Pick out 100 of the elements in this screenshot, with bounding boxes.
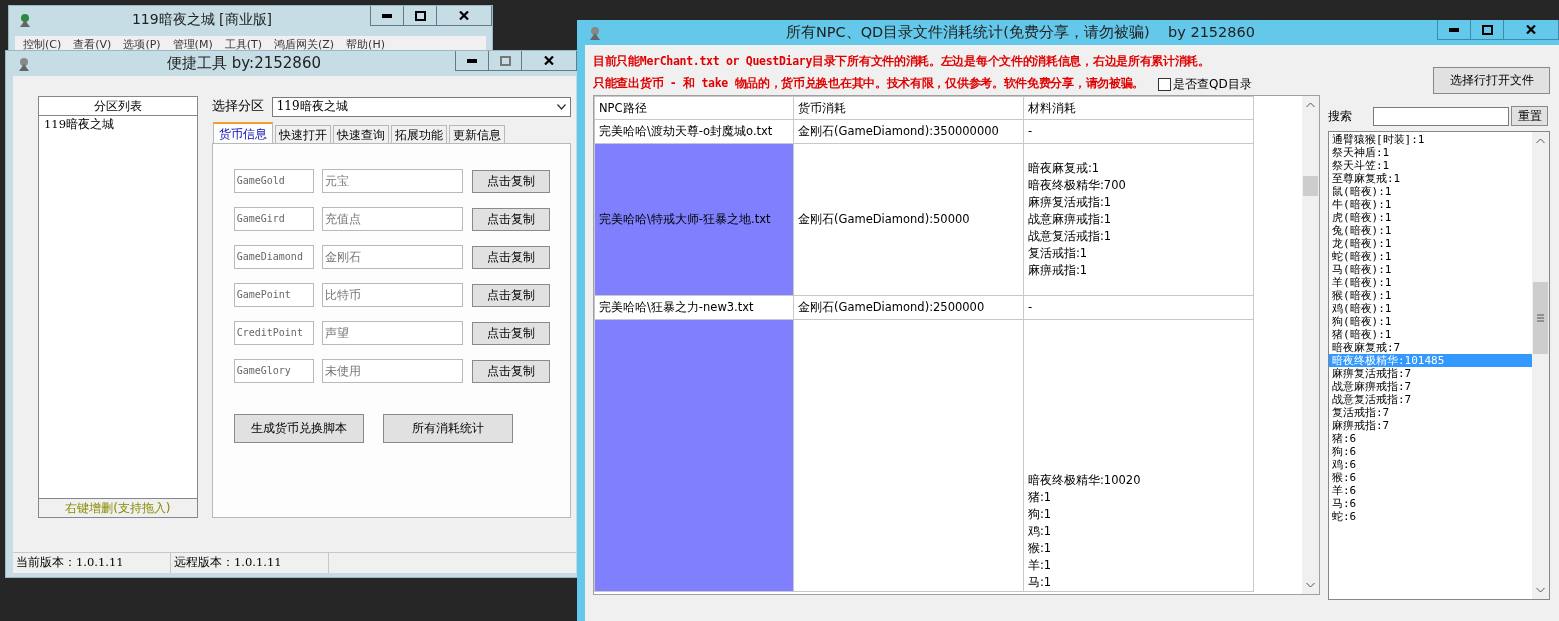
list-item[interactable]: 祭天斗笠:1 (1329, 159, 1532, 172)
window-title: 119暗夜之城 [商业版] (130, 11, 274, 29)
list-item[interactable]: 羊(暗夜):1 (1329, 276, 1532, 289)
list-item[interactable]: 虎(暗夜):1 (1329, 211, 1532, 224)
currency-name-field[interactable]: 金刚石 (321, 245, 463, 269)
menu-item[interactable]: 帮助(H) (346, 37, 385, 50)
maximize-icon (499, 55, 511, 66)
table-cell: 金刚石(GameDiamond):2500000 (793, 295, 1024, 320)
copy-button[interactable]: 点击复制 (471, 359, 550, 383)
action-button[interactable]: 所有消耗统计 (382, 414, 513, 443)
minimize-button[interactable] (370, 6, 404, 26)
list-item[interactable]: 龙(暗夜):1 (1329, 237, 1532, 250)
maximize-icon (1481, 24, 1493, 35)
close-icon (544, 56, 554, 65)
action-button[interactable]: 生成货币兑换脚本 (233, 414, 364, 443)
list-item[interactable]: 暗夜麻复戒:7 (1329, 341, 1532, 354)
currency-name-field[interactable]: 比特币 (321, 283, 463, 307)
menu-item[interactable]: 鸿盾网关(Z) (274, 37, 335, 50)
list-item[interactable]: 猪:6 (1329, 432, 1532, 445)
select-label: 选择分区 (211, 98, 264, 115)
list-item[interactable]: 至尊麻复戒:1 (1329, 172, 1532, 185)
currency-name-field[interactable]: 未使用 (321, 359, 463, 383)
tab[interactable]: 拓展功能 (390, 125, 447, 143)
list-item[interactable]: 鼠(暗夜):1 (1329, 185, 1532, 198)
vertical-scrollbar[interactable] (1532, 132, 1549, 599)
table-cell: 暗夜麻复戒:1 暗夜终极精华:700 麻痹复活戒指:1 战意麻痹戒指:1 战意复活戒指:1 复活戒指:1 麻痹戒指:1 (1023, 143, 1254, 296)
tab[interactable]: 快速打开 (274, 125, 331, 143)
menu-item[interactable]: 工具(T) (224, 37, 262, 50)
table-cell: 完美哈哈\渡劫天尊-o封魔城o.txt (594, 119, 794, 144)
vertical-scrollbar[interactable] (1302, 96, 1319, 594)
list-item[interactable]: 战意复活戒指:7 (1329, 393, 1532, 406)
list-item[interactable]: 狗:6 (1329, 445, 1532, 458)
menu-item[interactable]: 管理(M) (172, 37, 213, 50)
currency-code-field[interactable]: GameGold (233, 169, 314, 193)
column-header[interactable]: 材料消耗 (1023, 96, 1254, 120)
list-item[interactable]: 猴:6 (1329, 471, 1532, 484)
maximize-icon (414, 10, 426, 21)
status-text: 远程版本：1.0.1.11 (171, 553, 329, 573)
list-item[interactable]: 狗(暗夜):1 (1329, 315, 1532, 328)
window-title: 便捷工具 by:2152860 (166, 54, 322, 73)
currency-name-field[interactable]: 声望 (321, 321, 463, 345)
list-item[interactable]: 鸡:6 (1329, 458, 1532, 471)
close-button[interactable] (1503, 20, 1559, 40)
list-item[interactable]: 复活戒指:7 (1329, 406, 1532, 419)
currency-name-field[interactable]: 元宝 (321, 169, 463, 193)
copy-button[interactable]: 点击复制 (471, 321, 550, 345)
list-item[interactable]: 马(暗夜):1 (1329, 263, 1532, 276)
list-item[interactable]: 麻痹戒指:7 (1329, 419, 1532, 432)
list-item[interactable]: 羊:6 (1329, 484, 1532, 497)
copy-button[interactable]: 点击复制 (471, 169, 550, 193)
checkbox-label[interactable]: 是否查QD目录 (1173, 75, 1252, 93)
search-field[interactable] (1373, 106, 1509, 126)
reset-button[interactable]: 重置 (1511, 106, 1548, 126)
list-item[interactable]: 牛(暗夜):1 (1329, 198, 1532, 211)
currency-code-field[interactable]: GameGird (233, 207, 314, 231)
partition-select[interactable]: 119暗夜之城 (271, 96, 571, 117)
list-header: 分区列表 (39, 97, 197, 116)
tab[interactable]: 更新信息 (448, 125, 505, 143)
currency-code-field[interactable]: GameGlory (233, 359, 314, 383)
menu-item[interactable]: 查看(V) (73, 37, 112, 50)
menu-item[interactable]: 选项(P) (123, 37, 161, 50)
list-item[interactable]: 麻痹复活戒指:7 (1329, 367, 1532, 380)
list-item[interactable]: 祭天神盾:1 (1329, 146, 1532, 159)
list-item[interactable]: 119暗夜之城 (39, 116, 197, 132)
copy-button[interactable]: 点击复制 (471, 245, 550, 269)
currency-code-field[interactable]: GamePoint (233, 283, 314, 307)
copy-button[interactable]: 点击复制 (471, 207, 550, 231)
list-item[interactable]: 战意麻痹戒指:7 (1329, 380, 1532, 393)
open-file-button[interactable]: 选择行打开文件 (1433, 67, 1550, 94)
menu-item[interactable]: 控制(C) (23, 37, 62, 50)
minimize-icon (1449, 27, 1459, 32)
app-icon (16, 55, 32, 72)
minimize-button[interactable] (455, 51, 489, 71)
notice-text: 目前只能MerChant.txt or QuestDiary目录下所有文件的消耗。左边是每个文件的消耗信息，右边是所有累计消耗。 (593, 53, 1211, 70)
table-cell: - (1023, 119, 1254, 144)
copy-button[interactable]: 点击复制 (471, 283, 550, 307)
checkbox[interactable] (1158, 77, 1171, 91)
list-item[interactable]: 蛇:6 (1329, 510, 1532, 523)
search-label: 搜索 (1328, 107, 1353, 125)
close-button[interactable] (436, 6, 492, 26)
currency-code-field[interactable]: CreditPoint (233, 321, 314, 345)
tab[interactable]: 快速查询 (332, 125, 389, 143)
list-item[interactable]: 马:6 (1329, 497, 1532, 510)
minimize-button[interactable] (1437, 20, 1471, 40)
table-cell: 暗夜终极精华:10020 猪:1 狗:1 鸡:1 猴:1 羊:1 马:1 (1023, 319, 1254, 592)
currency-code-field[interactable]: GameDiamond (233, 245, 314, 269)
column-header[interactable]: NPC路径 (594, 96, 794, 120)
list-item[interactable]: 通臂猿猴[时装]:1 (1329, 133, 1532, 146)
window-title: 所有NPC、QD目录文件消耗统计(免费分享，请勿被骗) by 2152860 (785, 23, 1256, 42)
notice-text: 只能查出货币 - 和 take 物品的，货币兑换也在其中。技术有限，仅供参考。软件免费分享，请勿被骗。 (593, 75, 1144, 92)
status-text: 当前版本：1.0.1.11 (13, 553, 171, 573)
table-cell: 完美哈哈\特戒大师-狂暴之地.txt (594, 143, 794, 296)
list-item[interactable]: 鸡(暗夜):1 (1329, 302, 1532, 315)
list-item[interactable]: 蛇(暗夜):1 (1329, 250, 1532, 263)
list-item[interactable]: 兔(暗夜):1 (1329, 224, 1532, 237)
tab[interactable]: 货币信息 (212, 122, 273, 143)
list-item[interactable]: 猪(暗夜):1 (1329, 328, 1532, 341)
list-item[interactable]: 猴(暗夜):1 (1329, 289, 1532, 302)
column-header[interactable]: 货币消耗 (793, 96, 1024, 120)
currency-name-field[interactable]: 充值点 (321, 207, 463, 231)
